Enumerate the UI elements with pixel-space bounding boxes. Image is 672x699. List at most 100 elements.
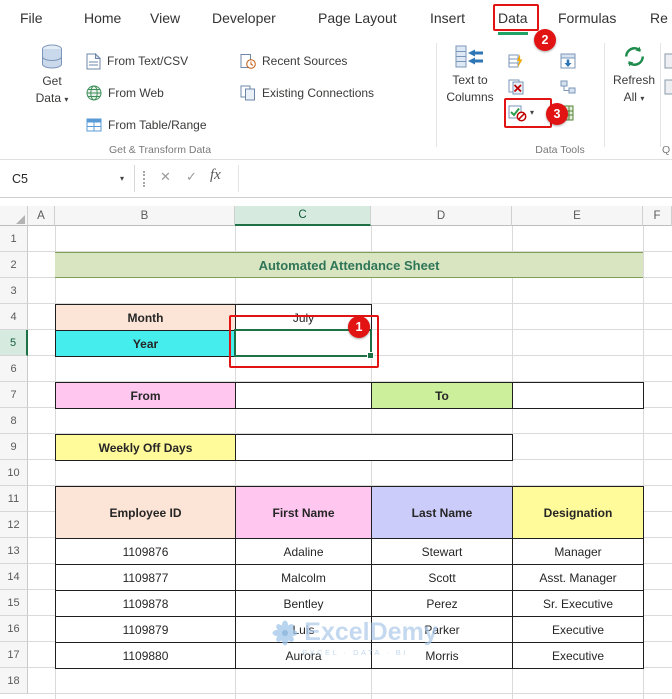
table-cell[interactable]: Sr. Executive bbox=[513, 591, 644, 617]
cancel-icon[interactable]: ✕ bbox=[160, 169, 171, 185]
year-label-cell[interactable]: Year bbox=[56, 331, 236, 357]
col-header-a[interactable]: A bbox=[28, 206, 55, 226]
existing-connections-button[interactable]: Existing Connections bbox=[240, 81, 374, 105]
table-cell[interactable]: Perez bbox=[372, 591, 513, 617]
col-header-b[interactable]: B bbox=[55, 206, 235, 226]
row-header-11[interactable]: 11 bbox=[0, 486, 28, 512]
row-header-4[interactable]: 4 bbox=[0, 304, 28, 330]
clipped-ribbon-button[interactable] bbox=[664, 49, 672, 73]
select-all-corner[interactable] bbox=[0, 206, 28, 226]
name-box[interactable]: C5 ▾ bbox=[0, 165, 134, 192]
database-icon bbox=[39, 43, 65, 71]
table-cell[interactable]: Stewart bbox=[372, 539, 513, 565]
row-header-17[interactable]: 17 bbox=[0, 642, 28, 668]
table-cell[interactable]: 1109877 bbox=[56, 565, 236, 591]
row-header-7[interactable]: 7 bbox=[0, 382, 28, 408]
formula-bar-splitter[interactable] bbox=[143, 171, 145, 187]
tab-view[interactable]: View bbox=[150, 0, 180, 35]
first-name-header[interactable]: First Name bbox=[236, 487, 372, 539]
table-cell[interactable]: Asst. Manager bbox=[513, 565, 644, 591]
table-cell[interactable]: 1109878 bbox=[56, 591, 236, 617]
table-cell[interactable]: Bentley bbox=[236, 591, 372, 617]
tab-developer[interactable]: Developer bbox=[212, 0, 276, 35]
table-cell[interactable]: 1109880 bbox=[56, 643, 236, 669]
table-cell[interactable]: Malcolm bbox=[236, 565, 372, 591]
table-cell[interactable]: Scott bbox=[372, 565, 513, 591]
row-header-10[interactable]: 10 bbox=[0, 460, 28, 486]
from-label-cell[interactable]: From bbox=[56, 383, 236, 409]
formula-input[interactable] bbox=[238, 165, 672, 192]
annotation-step-1-badge: 1 bbox=[348, 316, 370, 338]
table-cell[interactable]: Manager bbox=[513, 539, 644, 565]
tab-file[interactable]: File bbox=[20, 0, 43, 35]
col-header-d[interactable]: D bbox=[371, 206, 512, 226]
group-label-get-transform: Get & Transform Data bbox=[108, 144, 212, 156]
consolidate-button[interactable] bbox=[560, 49, 576, 73]
row-header-1[interactable]: 1 bbox=[0, 226, 28, 252]
tab-insert[interactable]: Insert bbox=[430, 0, 465, 35]
sheet-title: Automated Attendance Sheet bbox=[55, 252, 643, 278]
table-cell[interactable]: 1109876 bbox=[56, 539, 236, 565]
row-header-14[interactable]: 14 bbox=[0, 564, 28, 590]
row-header-9[interactable]: 9 bbox=[0, 434, 28, 460]
row-header-5[interactable]: 5 bbox=[0, 330, 28, 356]
flash-fill-button[interactable] bbox=[508, 49, 524, 73]
get-data-label-line2: Data ▾ bbox=[35, 91, 69, 105]
get-data-button[interactable]: Get Data ▾ bbox=[24, 43, 80, 105]
recent-sources-icon bbox=[240, 53, 256, 69]
weekly-off-value-cell[interactable] bbox=[236, 435, 513, 461]
table-cell[interactable]: Parker bbox=[372, 617, 513, 643]
from-table-range-button[interactable]: From Table/Range bbox=[86, 113, 207, 137]
last-name-header[interactable]: Last Name bbox=[372, 487, 513, 539]
designation-header[interactable]: Designation bbox=[513, 487, 644, 539]
flash-fill-icon bbox=[508, 53, 524, 69]
table-cell[interactable]: Morris bbox=[372, 643, 513, 669]
to-value-cell[interactable] bbox=[513, 383, 644, 409]
row-header-13[interactable]: 13 bbox=[0, 538, 28, 564]
row-header-8[interactable]: 8 bbox=[0, 408, 28, 434]
table-cell[interactable]: Executive bbox=[513, 643, 644, 669]
tab-page-layout[interactable]: Page Layout bbox=[318, 0, 397, 35]
table-cell[interactable]: Executive bbox=[513, 617, 644, 643]
active-tab-underline bbox=[498, 32, 528, 35]
remove-duplicates-icon bbox=[508, 79, 524, 95]
text-to-columns-label-line1: Text to bbox=[452, 73, 488, 87]
row-header-3[interactable]: 3 bbox=[0, 278, 28, 304]
tab-formulas[interactable]: Formulas bbox=[558, 0, 616, 35]
row-header-16[interactable]: 16 bbox=[0, 616, 28, 642]
row-header-6[interactable]: 6 bbox=[0, 356, 28, 382]
refresh-all-button[interactable]: Refresh All ▾ bbox=[606, 43, 662, 104]
table-cell[interactable]: 1109879 bbox=[56, 617, 236, 643]
weekly-off-label-cell[interactable]: Weekly Off Days bbox=[56, 435, 236, 461]
insert-function-icon[interactable]: fx bbox=[210, 167, 221, 184]
text-to-columns-button[interactable]: Text to Columns bbox=[440, 43, 500, 104]
enter-icon[interactable]: ✓ bbox=[186, 169, 197, 185]
tab-review-clipped[interactable]: Re bbox=[650, 0, 668, 35]
row-header-15[interactable]: 15 bbox=[0, 590, 28, 616]
employee-id-header[interactable]: Employee ID bbox=[56, 487, 236, 539]
table-cell[interactable]: Aurora bbox=[236, 643, 372, 669]
from-text-csv-button[interactable]: From Text/CSV bbox=[86, 49, 188, 73]
row-header-12[interactable]: 12 bbox=[0, 512, 28, 538]
remove-duplicates-button[interactable] bbox=[508, 75, 524, 99]
month-label-cell[interactable]: Month bbox=[56, 305, 236, 331]
relationships-button[interactable] bbox=[560, 75, 576, 99]
to-label-cell[interactable]: To bbox=[372, 383, 513, 409]
refresh-icon bbox=[621, 43, 648, 70]
table-cell[interactable]: Luis bbox=[236, 617, 372, 643]
row-header-2[interactable]: 2 bbox=[0, 252, 28, 278]
tab-home[interactable]: Home bbox=[84, 0, 121, 35]
from-web-button[interactable]: From Web bbox=[86, 81, 164, 105]
col-header-f[interactable]: F bbox=[643, 206, 672, 226]
excel-window: File Home View Developer Page Layout Ins… bbox=[0, 0, 672, 699]
col-header-c[interactable]: C bbox=[235, 206, 371, 226]
table-cell[interactable]: Adaline bbox=[236, 539, 372, 565]
worksheet: A B C D E F 1 2 3 4 5 6 7 8 9 10 11 12 1… bbox=[0, 206, 672, 699]
from-value-cell[interactable] bbox=[236, 383, 372, 409]
col-header-e[interactable]: E bbox=[512, 206, 643, 226]
recent-sources-button[interactable]: Recent Sources bbox=[240, 49, 347, 73]
row-header-18[interactable]: 18 bbox=[0, 668, 28, 694]
grid[interactable]: 1 2 3 4 5 6 7 8 9 10 11 12 13 14 15 16 1… bbox=[0, 226, 672, 699]
clipped-ribbon-button[interactable] bbox=[664, 75, 672, 99]
relationships-icon bbox=[560, 79, 576, 95]
